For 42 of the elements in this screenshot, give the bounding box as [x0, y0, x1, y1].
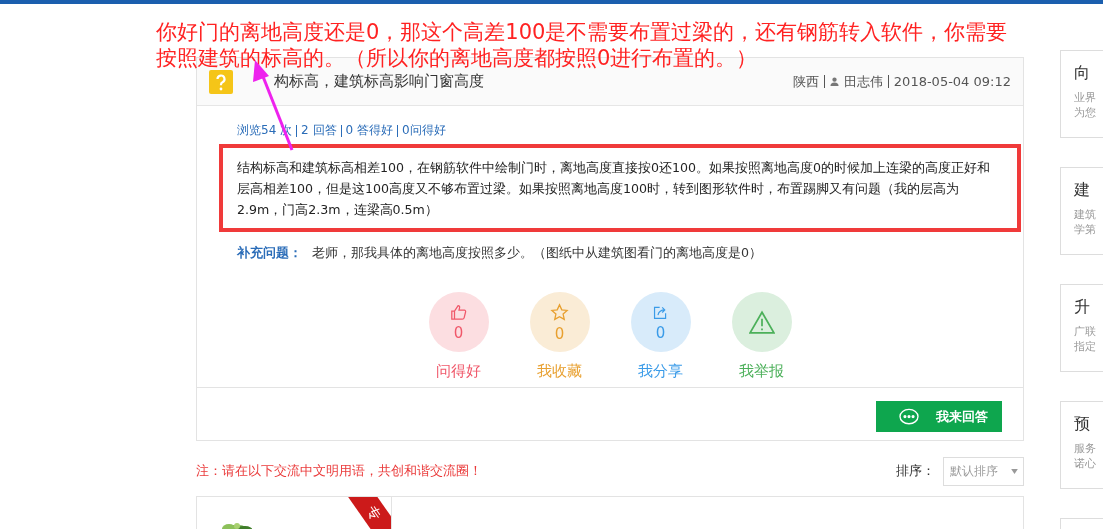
stat-link[interactable]: 2 回答	[301, 122, 337, 139]
promo-card[interactable]: 预 服务 诺心	[1060, 401, 1103, 489]
stat-link[interactable]: 0 答得好	[345, 122, 393, 139]
promo-title: 向	[1074, 63, 1091, 84]
user-icon	[829, 77, 839, 86]
supplement-label: 补充问题：	[237, 245, 302, 262]
promo-text: 服务	[1074, 441, 1097, 456]
notice-text: 注：请在以下交流中文明用语，共创和谐交流圈！	[196, 463, 483, 480]
promo-card[interactable]: 向 业界 为您	[1060, 50, 1103, 138]
action-label: 我举报	[739, 362, 784, 381]
action-label: 我收藏	[537, 362, 582, 381]
caret-icon	[1011, 469, 1018, 474]
promo-text: 指定	[1074, 339, 1097, 354]
stat-link[interactable]: 0问得好	[402, 122, 446, 139]
promo-title: 建	[1074, 180, 1091, 201]
annotation-text: 你好门的离地高度还是0，那这个高差100是不需要布置过梁的，还有钢筋转入软件，你需要	[156, 19, 1008, 45]
answer-button[interactable]: 我来回答	[876, 401, 1002, 432]
question-title: 构标高，建筑标高影响门窗高度	[274, 72, 485, 91]
promo-text: 学第	[1074, 222, 1097, 237]
action-label: 我分享	[638, 362, 683, 381]
promo-card[interactable]: 升 广联 指定	[1060, 284, 1103, 372]
promo-title: 预	[1074, 414, 1091, 435]
question-mark-icon	[209, 69, 233, 94]
promo-title: 升	[1074, 297, 1091, 318]
promo-text: 建筑	[1074, 207, 1097, 222]
chat-bubble-icon	[898, 407, 920, 426]
location-text: 陕西	[792, 72, 819, 91]
author-name: 田志伟	[843, 72, 883, 91]
question-description: 结构标高和建筑标高相差100，在钢筋软件中绘制门时，离地高度直接按0还100。如果按照离地高度0的时候加上连梁的高度正好和层高相差100，但是这100高度又不够布置过梁。如果按照离地高度100时，转到图形软件时，布置踢脚又有问题（我的层高为2.9m，门高2.3m，连梁高0.5m）	[237, 159, 992, 219]
warning-icon	[748, 310, 775, 334]
promo-text: 广联	[1074, 324, 1097, 339]
thumbs-up-icon	[449, 303, 468, 321]
action-label: 问得好	[436, 362, 481, 381]
sort-dropdown[interactable]: 默认排序	[943, 457, 1024, 486]
promo-text: 为您	[1074, 105, 1097, 120]
promo-card[interactable]: 建 建筑 学第	[1060, 167, 1103, 255]
post-date: 2018-05-04 09:12	[893, 74, 1011, 89]
star-icon	[550, 302, 569, 322]
sort-label: 排序：	[896, 463, 935, 480]
supplement-text: 老师，那我具体的离地高度按照多少。（图纸中从建筑图看门的离地高度是0）	[312, 245, 762, 262]
promo-text: 业界	[1074, 90, 1097, 105]
promo-text: 诺心	[1074, 456, 1097, 471]
